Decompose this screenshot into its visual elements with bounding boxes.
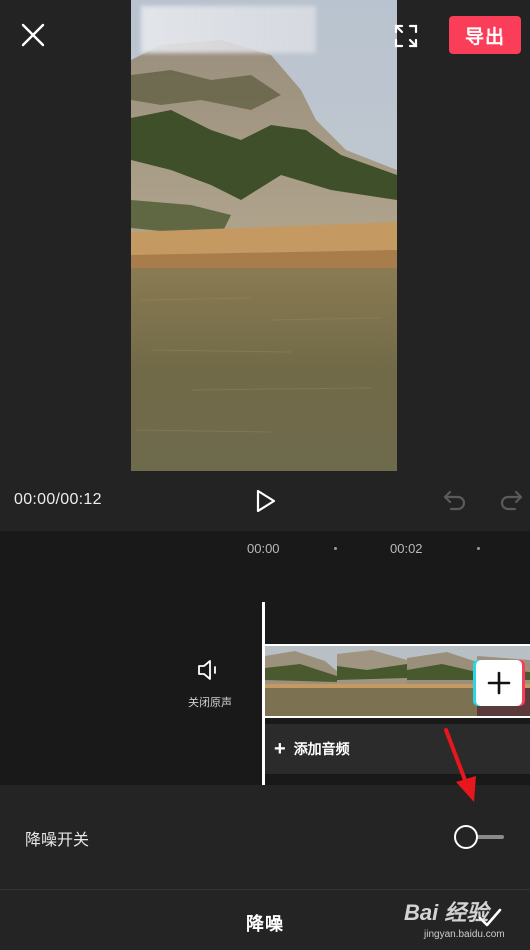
add-clip-button[interactable] (476, 660, 522, 706)
ruler-time: 00:00 (247, 541, 280, 556)
export-button[interactable]: 导出 (449, 16, 521, 54)
plus-icon: + (274, 737, 286, 760)
ruler-tick (334, 547, 337, 550)
fullscreen-button[interactable] (392, 22, 420, 50)
red-arrow-annotation (440, 726, 480, 806)
undo-icon (443, 490, 466, 511)
playhead[interactable] (262, 602, 265, 785)
watermark-brand: Bai 经验 (404, 900, 489, 925)
arrow-icon (444, 728, 476, 802)
redo-button[interactable] (499, 490, 523, 512)
baidu-watermark: Bai 经验 jingyan.baidu.com (404, 893, 528, 947)
close-button[interactable] (18, 20, 48, 50)
timecode: 00:00/00:12 (14, 491, 102, 508)
plus-icon (487, 671, 511, 695)
denoise-switch-label: 降噪开关 (25, 832, 90, 849)
play-button[interactable] (253, 489, 277, 513)
speaker-icon (198, 660, 216, 680)
toggle-track (474, 835, 504, 839)
play-icon (256, 489, 276, 513)
undo-button[interactable] (443, 490, 467, 512)
video-preview[interactable] (131, 0, 397, 471)
toggle-knob (454, 825, 478, 849)
add-audio-label: 添加音频 (293, 741, 350, 757)
close-icon (21, 23, 45, 47)
redo-icon (500, 490, 523, 511)
preview-image (131, 0, 397, 471)
fullscreen-icon (394, 24, 418, 48)
panel-divider (0, 889, 530, 890)
mute-original-audio-button[interactable] (196, 658, 222, 682)
add-audio-button[interactable]: + 添加音频 (265, 724, 530, 774)
mute-original-audio-label: 关闭原声 (188, 697, 232, 709)
watermark-domain: jingyan.baidu.com (424, 929, 505, 940)
ruler-time: 00:02 (390, 541, 423, 556)
ruler-tick (477, 547, 480, 550)
blurred-overlay (141, 6, 316, 53)
denoise-toggle[interactable] (452, 823, 506, 851)
